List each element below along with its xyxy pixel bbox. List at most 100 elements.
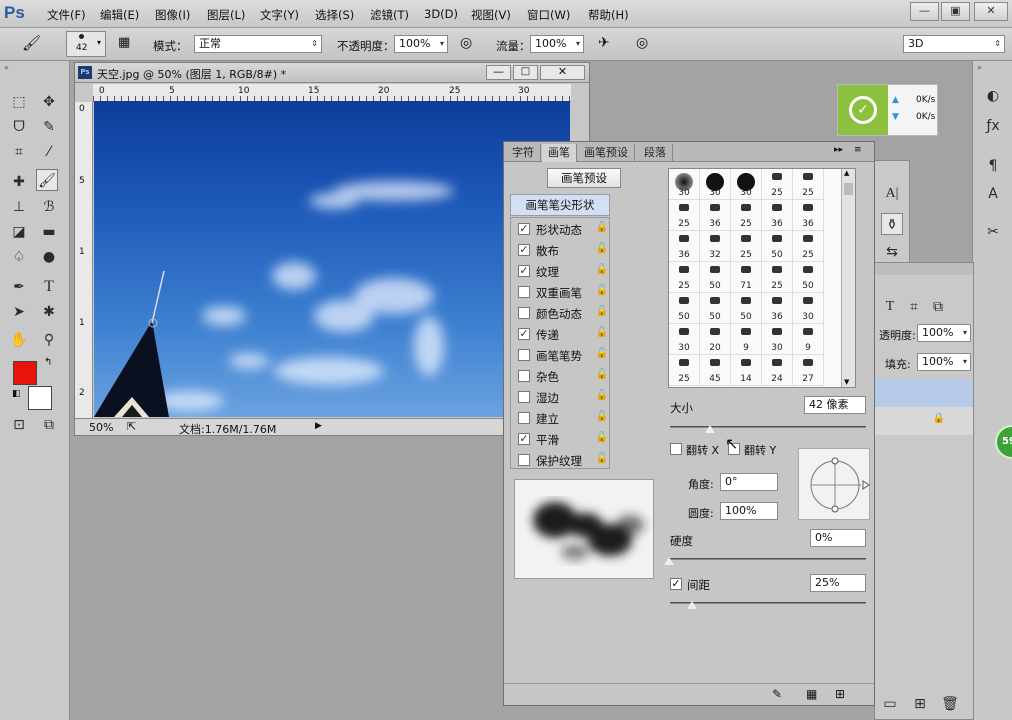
lock-icon[interactable]: 🔓	[596, 432, 608, 443]
hardness-input[interactable]: 0%	[810, 529, 866, 547]
doc-maximize-button[interactable]: □	[513, 65, 538, 80]
size-slider-thumb[interactable]	[705, 425, 715, 433]
pressure-opacity-icon[interactable]: ◎	[460, 35, 472, 51]
brush-tip-cell[interactable]: 25	[731, 231, 762, 262]
menu-edit[interactable]: 编辑(E)	[100, 7, 139, 23]
menu-3d[interactable]: 3D(D)	[424, 7, 458, 21]
new-group-icon[interactable]: ▭	[879, 693, 901, 715]
scroll-thumb[interactable]	[844, 183, 853, 195]
brush-presets-button[interactable]: 画笔预设	[547, 168, 621, 188]
text-filter-icon[interactable]: T	[879, 296, 901, 318]
brush-tip-cell[interactable]: 9	[793, 324, 824, 355]
checkbox[interactable]: ✓	[518, 328, 530, 340]
history-brush-tool-icon[interactable]: ℬ	[38, 196, 60, 218]
brush-tip-cell[interactable]: 36	[700, 200, 731, 231]
dodge-tool-icon[interactable]: ●	[38, 246, 60, 268]
option-texture[interactable]: ✓ 纹理 🔓	[512, 261, 612, 282]
size-slider-track[interactable]	[670, 426, 866, 428]
menu-filter[interactable]: 滤镜(T)	[370, 7, 409, 23]
eraser-tool-icon[interactable]: ◪	[8, 221, 30, 243]
menu-select[interactable]: 选择(S)	[315, 7, 354, 23]
canvas-image[interactable]	[94, 101, 570, 417]
angle-input[interactable]: 0°	[720, 473, 778, 491]
blur-tool-icon[interactable]: ♤	[8, 246, 30, 268]
brush-tip-cell[interactable]: 25	[669, 200, 700, 231]
option-transfer[interactable]: ✓ 传递 🔓	[512, 324, 612, 345]
clone-source-icon[interactable]: ⇆	[881, 241, 903, 263]
new-preset-icon[interactable]: ⊞	[835, 687, 845, 701]
brush-tip-cell[interactable]: 45	[700, 355, 731, 386]
option-shape-dynamics[interactable]: ✓ 形状动态 🔓	[512, 219, 612, 240]
option-protect-texture[interactable]: 保护纹理 🔓	[512, 450, 612, 471]
brush-tip-cell[interactable]: 25	[731, 200, 762, 231]
brush-tip-cell[interactable]: 14	[731, 355, 762, 386]
brush-tip-cell[interactable]: 25	[669, 262, 700, 293]
close-button[interactable]: ✕	[974, 2, 1008, 21]
layer-opacity-input[interactable]: 100% ▾	[917, 324, 971, 342]
brush-tool-icon[interactable]: 🖌	[22, 34, 41, 52]
collapse-icon[interactable]: «	[4, 63, 9, 72]
brush-panel-toggle-icon[interactable]: ▦	[118, 35, 130, 50]
brush-tip-cell[interactable]: 50	[700, 262, 731, 293]
lock-icon[interactable]: 🔓	[596, 453, 608, 464]
flow-input[interactable]: 100% ▾	[530, 35, 584, 53]
swap-colors-icon[interactable]: ↰	[44, 357, 52, 368]
path-select-tool-icon[interactable]: ➤	[8, 301, 30, 323]
pen-tool-icon[interactable]: ✒	[8, 276, 30, 298]
quick-select-tool-icon[interactable]: ✎	[38, 116, 60, 138]
brush-tip-shape[interactable]: 画笔笔尖形状	[510, 194, 610, 216]
lock-icon[interactable]: 🔓	[596, 306, 608, 317]
smart-filter-icon[interactable]: ⧉	[927, 296, 949, 318]
hand-tool-icon[interactable]: ✋	[8, 329, 30, 351]
export-icon[interactable]: ⇱	[127, 420, 136, 433]
lock-icon[interactable]: 🔓	[596, 411, 608, 422]
styles-icon[interactable]: ƒx	[982, 115, 1004, 137]
mode-select[interactable]: 正常 ⇕	[194, 35, 322, 53]
option-brush-pose[interactable]: 画笔笔势 🔓	[512, 345, 612, 366]
checkbox[interactable]	[518, 349, 530, 361]
lock-icon[interactable]: 🔓	[596, 285, 608, 296]
shape-filter-icon[interactable]: ⌗	[903, 296, 925, 318]
toggle-live-tip-icon[interactable]: ✎	[772, 687, 782, 701]
brush-preset-picker[interactable]: 42 ▾	[66, 31, 106, 57]
brush-tip-cell[interactable]: 36	[762, 293, 793, 324]
panel-menu-icon[interactable]: ≡	[854, 145, 862, 155]
expand-icon[interactable]: »	[977, 63, 982, 72]
menu-file[interactable]: 文件(F)	[47, 7, 86, 23]
tab-brush-presets[interactable]: 画笔预设	[578, 144, 635, 162]
menu-layer[interactable]: 图层(L)	[207, 7, 245, 23]
brush-tip-cell[interactable]: 9	[731, 324, 762, 355]
doc-minimize-button[interactable]: —	[486, 65, 511, 80]
brush-tip-cell[interactable]: 50	[793, 262, 824, 293]
document-titlebar[interactable]: Ps 天空.jpg @ 50% (图层 1, RGB/8#) * — □ ✕	[75, 63, 589, 83]
brush-panel-icon[interactable]: ⚱	[881, 213, 903, 235]
eyedropper-tool-icon[interactable]: ⁄	[38, 141, 60, 163]
checkbox[interactable]	[518, 412, 530, 424]
option-wet-edges[interactable]: 湿边 🔓	[512, 387, 612, 408]
lock-icon[interactable]: 🔓	[596, 243, 608, 254]
spacing-slider-thumb[interactable]	[687, 601, 697, 609]
brush-tip-cell[interactable]: 36	[762, 200, 793, 231]
brush-tip-cell[interactable]: 32	[700, 231, 731, 262]
brush-tip-cell[interactable]: 20	[700, 324, 731, 355]
roundness-input[interactable]: 100%	[720, 502, 778, 520]
brush-tip-cell[interactable]: 25	[762, 169, 793, 200]
opacity-input[interactable]: 100% ▾	[394, 35, 448, 53]
pressure-size-icon[interactable]: ◎	[636, 35, 648, 51]
checkbox[interactable]: ✓	[518, 433, 530, 445]
stamp-tool-icon[interactable]: ⊥	[8, 196, 30, 218]
flip-x-checkbox[interactable]	[670, 443, 682, 455]
brush-tip-cell[interactable]: 27	[793, 355, 824, 386]
brush-tip-cell[interactable]: 25	[793, 169, 824, 200]
checkbox[interactable]	[518, 391, 530, 403]
doc-close-button[interactable]: ✕	[540, 65, 585, 80]
tab-paragraph[interactable]: 段落	[638, 144, 673, 162]
angle-roundness-widget[interactable]	[798, 448, 870, 520]
adjustments-icon[interactable]: ◐	[982, 85, 1004, 107]
brush-tip-cell[interactable]: 36	[669, 231, 700, 262]
checkbox[interactable]: ✓	[518, 265, 530, 277]
delete-layer-icon[interactable]: 🗑	[939, 693, 961, 715]
tab-character[interactable]: 字符	[506, 144, 541, 162]
network-speed-widget[interactable]: ✓ ▲ 0K/s ▼ 0K/s	[837, 84, 938, 136]
brush-tip-cell[interactable]: 50	[700, 293, 731, 324]
